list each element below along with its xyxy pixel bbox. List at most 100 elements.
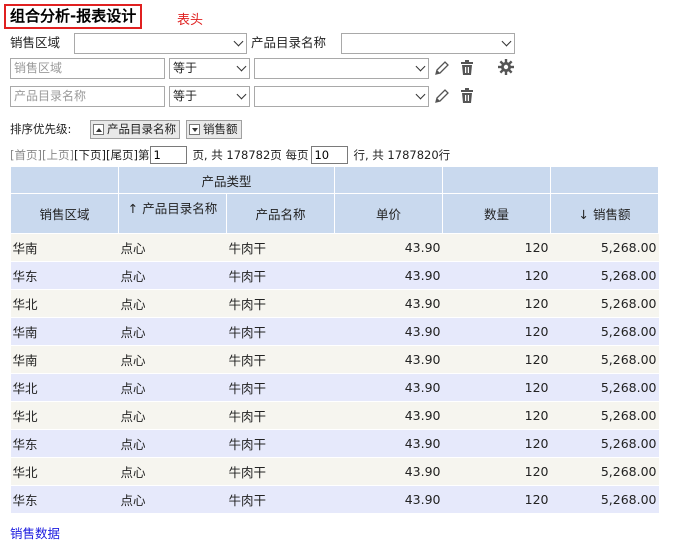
gear-icon[interactable] (497, 58, 515, 76)
condition-operator-select-1[interactable]: 等于 (169, 58, 250, 79)
column-header-qty[interactable]: 数量 (442, 193, 552, 234)
condition-value-select-1[interactable] (254, 58, 429, 79)
cell-sales: 5,268.00 (550, 429, 659, 458)
cell-sales: 5,268.00 (550, 373, 659, 402)
cell-sales: 5,268.00 (550, 485, 659, 514)
column-header-category[interactable]: ↑ 产品目录名称 (118, 193, 227, 234)
cell-region: 华东 (10, 261, 119, 290)
prev-page-link[interactable]: [上页] (42, 145, 74, 165)
cell-price: 43.90 (334, 429, 443, 458)
sales-data-link[interactable]: 销售数据 (10, 523, 60, 542)
cell-product: 牛肉干 (226, 233, 335, 262)
cell-region: 华北 (10, 373, 119, 402)
cell-sales: 5,268.00 (550, 457, 659, 486)
operator-value: 等于 (173, 61, 198, 75)
cell-product: 牛肉干 (226, 401, 335, 430)
cell-qty: 120 (442, 289, 551, 318)
cell-category: 点心 (118, 317, 227, 346)
cell-product: 牛肉干 (226, 261, 335, 290)
table-row: 华北 点心 牛肉干 43.90 120 5,268.00 (10, 457, 659, 486)
header-cell-empty (442, 166, 552, 194)
trash-icon[interactable] (458, 87, 476, 105)
cell-price: 43.90 (334, 401, 443, 430)
cell-region: 华北 (10, 457, 119, 486)
cell-category: 点心 (118, 373, 227, 402)
chevron-down-icon (415, 61, 426, 72)
next-page-link[interactable]: [下页] (74, 145, 106, 165)
cell-sales: 5,268.00 (550, 345, 659, 374)
condition-field-input-2[interactable]: 产品目录名称 (10, 86, 165, 107)
header-cell-empty (550, 166, 660, 194)
cell-category: 点心 (118, 401, 227, 430)
region-label: 销售区域 (10, 35, 61, 50)
table-row: 华南 点心 牛肉干 43.90 120 5,268.00 (10, 345, 659, 374)
sort-button-category[interactable]: 产品目录名称 (90, 120, 180, 139)
sort-arrow-down-icon: ↓ (578, 207, 589, 222)
product-type-group-header: 产品类型 (117, 166, 336, 194)
last-page-link[interactable]: [尾页] (106, 145, 138, 165)
cell-region: 华东 (10, 485, 119, 514)
chevron-down-icon (415, 89, 426, 100)
sort-descending-icon (189, 124, 200, 135)
condition-value-select-2[interactable] (254, 86, 429, 107)
pencil-icon[interactable] (433, 59, 451, 77)
page-title: 组合分析-报表设计 (4, 4, 143, 29)
column-header-product[interactable]: 产品名称 (225, 193, 336, 234)
table-row: 华南 点心 牛肉干 43.90 120 5,268.00 (10, 317, 659, 346)
table-row: 华北 点心 牛肉干 43.90 120 5,268.00 (10, 401, 659, 430)
cell-category: 点心 (118, 233, 227, 262)
cell-category: 点心 (118, 345, 227, 374)
cell-product: 牛肉干 (226, 289, 335, 318)
title-annotation: 表头 (177, 13, 204, 28)
rows-per-page-input[interactable] (311, 146, 349, 164)
chevron-down-icon (236, 89, 247, 100)
cell-price: 43.90 (334, 289, 443, 318)
sort-button-sales[interactable]: 销售额 (186, 120, 242, 139)
cell-price: 43.90 (334, 317, 443, 346)
cell-qty: 120 (442, 233, 551, 262)
cell-qty: 120 (442, 261, 551, 290)
table-row: 华北 点心 牛肉干 43.90 120 5,268.00 (10, 289, 659, 318)
cell-price: 43.90 (334, 457, 443, 486)
table-row: 华东 点心 牛肉干 43.90 120 5,268.00 (10, 429, 659, 458)
condition-operator-select-2[interactable]: 等于 (169, 86, 250, 107)
cell-region: 华东 (10, 429, 119, 458)
cell-product: 牛肉干 (226, 457, 335, 486)
cell-qty: 120 (442, 373, 551, 402)
sort-button-label: 销售额 (203, 122, 238, 136)
cell-qty: 120 (442, 317, 551, 346)
cell-region: 华北 (10, 289, 119, 318)
first-page-link[interactable]: [首页] (10, 145, 42, 165)
column-header-sales[interactable]: ↓ 销售额 (550, 193, 660, 234)
trash-icon[interactable] (458, 59, 476, 77)
condition-field-input-1[interactable]: 销售区域 (10, 58, 165, 79)
cell-sales: 5,268.00 (550, 261, 659, 290)
cell-category: 点心 (118, 289, 227, 318)
cell-sales: 5,268.00 (550, 317, 659, 346)
cell-price: 43.90 (334, 261, 443, 290)
chevron-down-icon (501, 36, 512, 47)
cell-qty: 120 (442, 457, 551, 486)
chevron-down-icon (236, 61, 247, 72)
sort-button-label: 产品目录名称 (107, 122, 176, 136)
operator-value: 等于 (173, 89, 198, 103)
cell-category: 点心 (118, 429, 227, 458)
cell-price: 43.90 (334, 373, 443, 402)
region-select[interactable] (74, 33, 247, 54)
header-cell-empty (334, 166, 444, 194)
page-prefix: 第 (137, 148, 150, 162)
cell-region: 华北 (10, 401, 119, 430)
cell-product: 牛肉干 (226, 373, 335, 402)
cell-sales: 5,268.00 (550, 289, 659, 318)
pencil-icon[interactable] (433, 87, 451, 105)
cell-sales: 5,268.00 (550, 401, 659, 430)
table-row: 华南 点心 牛肉干 43.90 120 5,268.00 (10, 233, 659, 262)
column-header-price[interactable]: 单价 (334, 193, 444, 234)
cell-price: 43.90 (334, 485, 443, 514)
page-number-input[interactable] (150, 146, 188, 164)
column-header-label: 产品目录名称 (142, 201, 218, 216)
category-select[interactable] (341, 33, 515, 54)
column-header-region[interactable]: 销售区域 (10, 193, 119, 234)
cell-region: 华南 (10, 345, 119, 374)
column-header-label: 销售额 (592, 207, 631, 222)
